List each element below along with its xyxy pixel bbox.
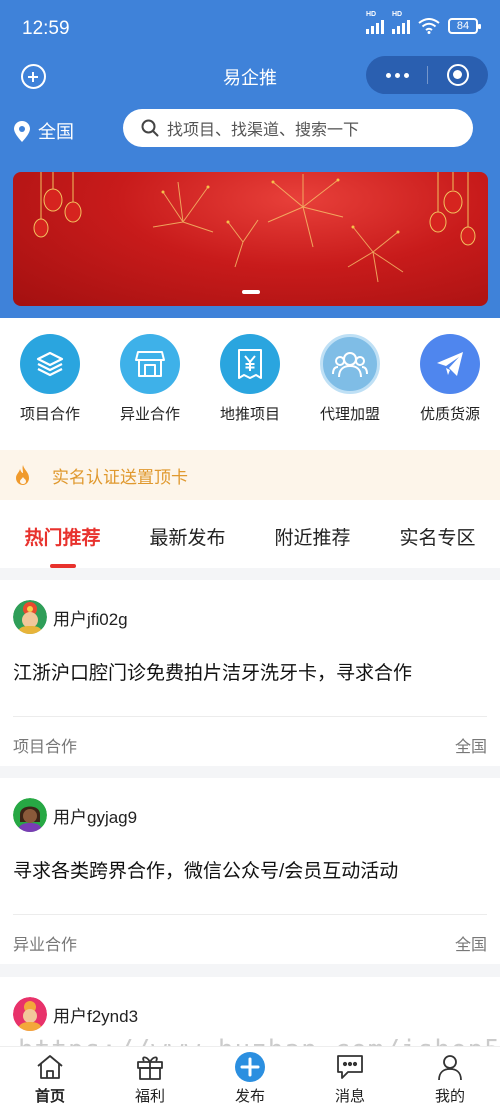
signal-icon: HD	[392, 11, 410, 34]
post-title: 寻求各类跨界合作，微信公众号/会员互动活动	[13, 861, 399, 882]
tabbar-label: 发布	[234, 1088, 265, 1105]
post-category: 项目合作	[13, 739, 78, 756]
post-author: 用户f2ynd3	[13, 997, 138, 1031]
users-icon	[320, 334, 380, 394]
close-target-icon[interactable]	[447, 64, 469, 86]
location-label: 全国	[38, 122, 74, 142]
avatar	[13, 600, 47, 634]
tabbar-label: 首页	[34, 1088, 65, 1105]
status-time: 12:59	[22, 18, 70, 39]
wifi-icon	[418, 18, 440, 34]
category-grid: 项目合作 异业合作 地推项目 代理加盟 优质货源	[0, 318, 500, 450]
divider	[13, 914, 487, 915]
status-bar: 12:59 HD HD 84	[0, 0, 500, 56]
gift-icon	[134, 1051, 166, 1083]
location-selector[interactable]: 全国	[14, 118, 74, 144]
publish-plus-icon	[234, 1051, 266, 1083]
paper-plane-icon	[420, 334, 480, 394]
feed-tabs: 热门推荐 最新发布 附近推荐 实名专区	[0, 500, 500, 568]
search-placeholder: 找项目、找渠道、搜索一下	[167, 122, 360, 139]
header: 12:59 HD HD 84 易企推 全国 找项目、找渠道、搜索一下	[0, 0, 500, 318]
post-category: 异业合作	[13, 937, 78, 954]
category-item[interactable]: 项目合作	[0, 318, 100, 450]
post-area: 全国	[454, 739, 487, 756]
signal-icon: HD	[366, 11, 384, 34]
flame-icon	[16, 465, 29, 485]
category-item[interactable]: 代理加盟	[300, 318, 400, 450]
category-label: 异业合作	[119, 406, 180, 423]
post-author: 用户jfi02g	[13, 600, 128, 634]
promo-banner[interactable]	[13, 172, 488, 306]
layers-icon	[20, 334, 80, 394]
nav-bar: 易企推	[0, 56, 500, 96]
fireworks-decoration	[33, 172, 476, 283]
post-title: 江浙沪口腔门诊免费拍片洁牙洗牙卡，寻求合作	[13, 663, 413, 684]
store-icon	[120, 334, 180, 394]
yen-ticket-icon	[220, 334, 280, 394]
tab-verified[interactable]: 实名专区	[375, 500, 500, 568]
tabbar-label: 福利	[134, 1088, 165, 1105]
tab-hot[interactable]: 热门推荐	[0, 500, 125, 568]
capsule-divider	[427, 66, 428, 84]
tabbar-item-home[interactable]: 首页	[0, 1047, 100, 1111]
author-name: 用户f2ynd3	[53, 1006, 139, 1026]
profile-icon	[434, 1051, 466, 1083]
tabbar-item-mine[interactable]: 我的	[400, 1047, 500, 1111]
message-icon	[334, 1051, 366, 1083]
post-card[interactable]: 用户jfi02g 江浙沪口腔门诊免费拍片洁牙洗牙卡，寻求合作 项目合作 全国	[0, 580, 500, 766]
post-author: 用户gyjag9	[13, 798, 137, 832]
bottom-tab-bar: 首页 福利 发布 消息 我的	[0, 1046, 500, 1111]
category-label: 代理加盟	[319, 406, 380, 423]
lantern-icon	[33, 172, 476, 246]
tabbar-item-publish[interactable]: 发布	[200, 1047, 300, 1111]
tabbar-item-welfare[interactable]: 福利	[100, 1047, 200, 1111]
divider	[13, 716, 487, 717]
category-label: 地推项目	[219, 406, 280, 423]
post-card[interactable]: 用户gyjag9 寻求各类跨界合作，微信公众号/会员互动活动 异业合作 全国	[0, 778, 500, 964]
tabbar-item-messages[interactable]: 消息	[300, 1047, 400, 1111]
category-item[interactable]: 优质货源	[400, 318, 500, 450]
avatar	[13, 997, 47, 1031]
avatar	[13, 798, 47, 832]
tab-latest[interactable]: 最新发布	[125, 500, 250, 568]
search-icon	[141, 119, 159, 137]
tabbar-label: 消息	[334, 1088, 365, 1105]
post-area: 全国	[454, 937, 487, 954]
status-icons: HD HD 84	[366, 11, 481, 34]
location-pin-icon	[14, 120, 30, 142]
more-icon[interactable]	[386, 73, 409, 78]
category-label: 优质货源	[419, 406, 480, 423]
tab-nearby[interactable]: 附近推荐	[250, 500, 375, 568]
search-input[interactable]: 找项目、找渠道、搜索一下	[123, 109, 473, 147]
notice-text: 实名认证送置顶卡	[52, 467, 188, 487]
home-icon	[34, 1051, 66, 1083]
author-name: 用户jfi02g	[53, 609, 128, 629]
banner-page-indicator	[242, 290, 260, 294]
category-item[interactable]: 异业合作	[100, 318, 200, 450]
notice-bar[interactable]: 实名认证送置顶卡	[0, 450, 500, 500]
battery-icon: 84	[448, 18, 481, 34]
category-label: 项目合作	[19, 406, 80, 423]
author-name: 用户gyjag9	[53, 807, 138, 827]
mini-program-capsule	[366, 56, 488, 94]
tabbar-label: 我的	[434, 1088, 465, 1105]
category-item[interactable]: 地推项目	[200, 318, 300, 450]
